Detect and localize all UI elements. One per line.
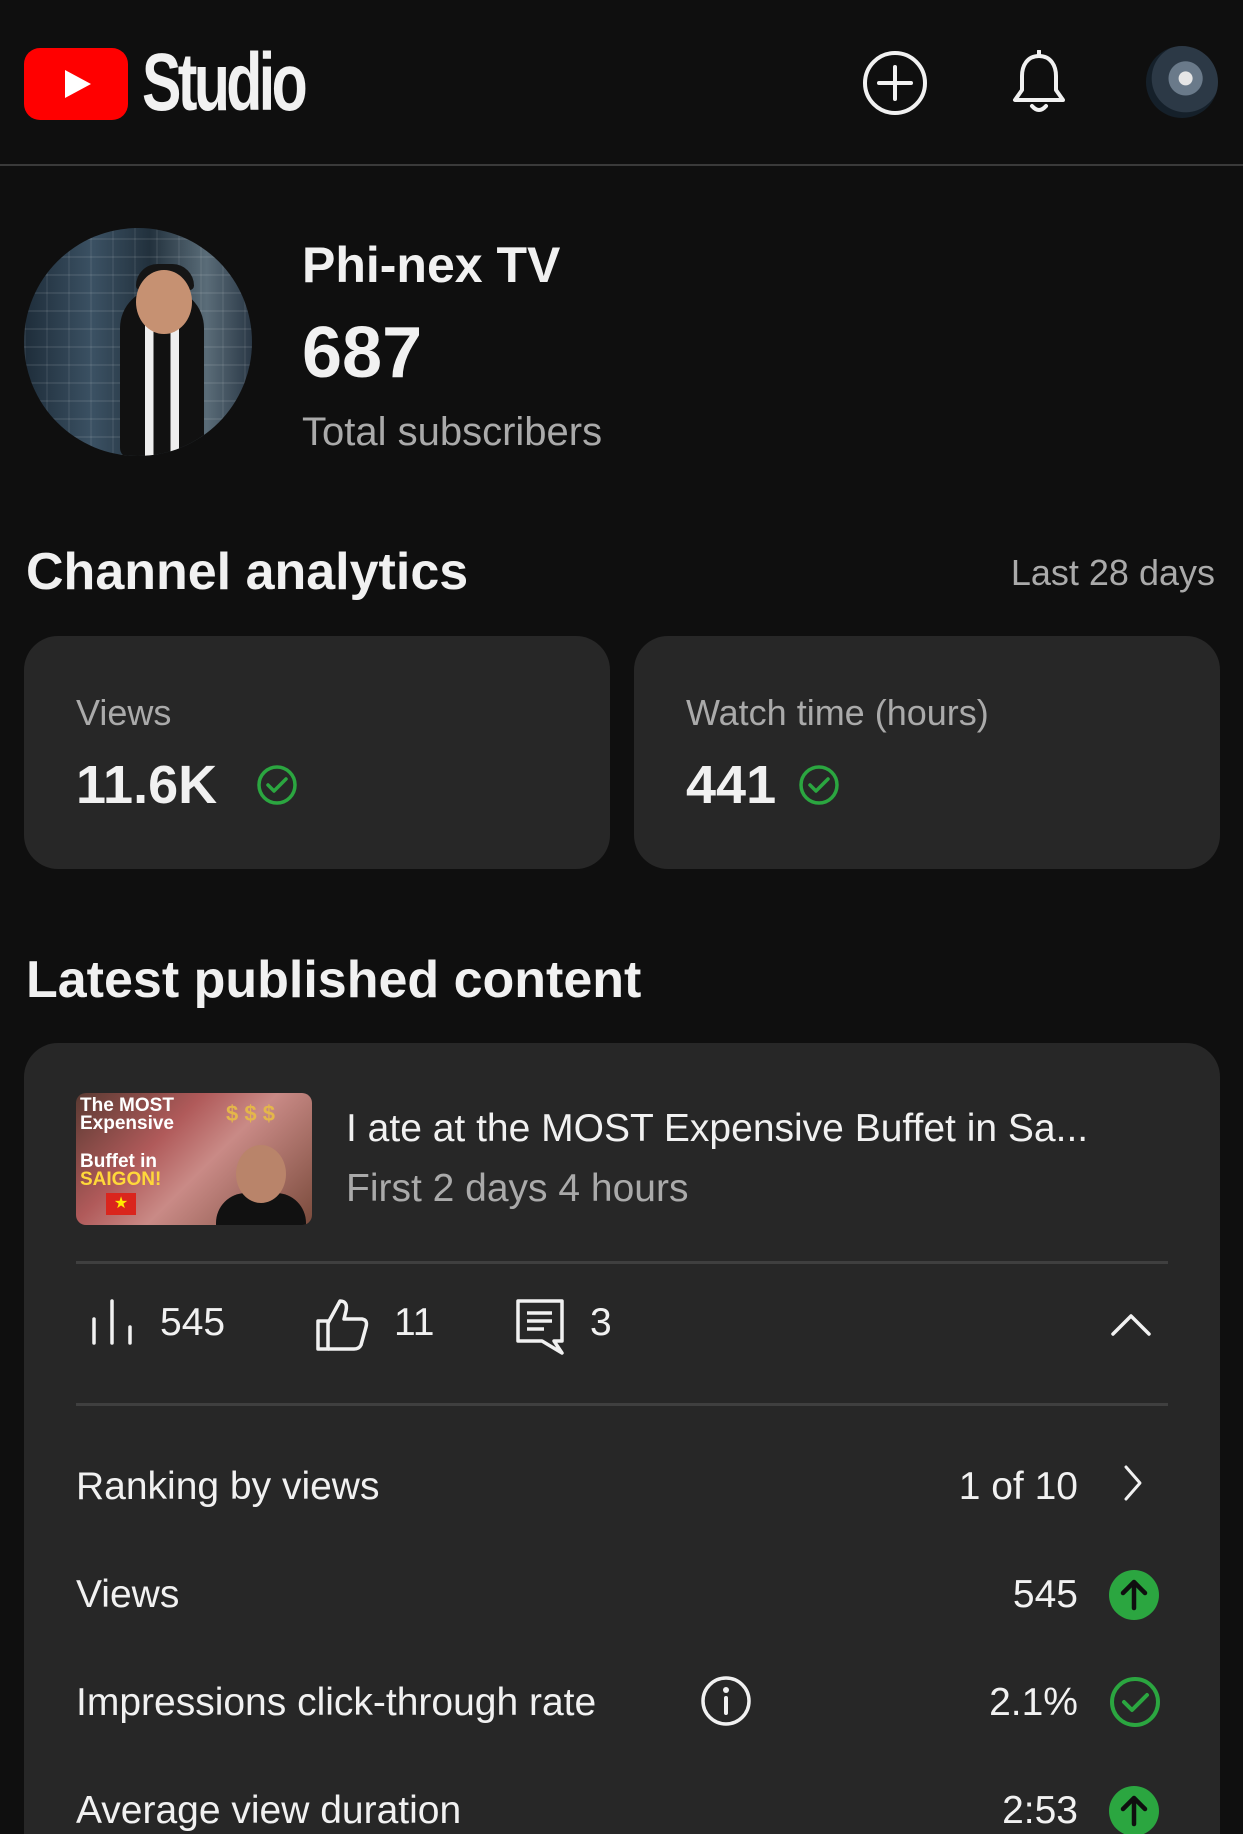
views-count: 545 [160,1301,226,1344]
latest-content-card: The MOST Expensive $ $ $ Buffet in SAIGON!… [24,1043,1220,1834]
latest-content-title: Latest published content [26,951,642,1009]
avd-label: Average view duration [76,1789,462,1832]
divider [76,1403,1168,1406]
views-row-value: 545 [1012,1573,1078,1616]
ranking-value: 1 of 10 [958,1465,1078,1508]
bell-icon[interactable] [1010,50,1068,116]
check-circle-icon [1110,1677,1160,1727]
avd-value: 2:53 [1002,1789,1078,1832]
top-app-bar: Studio [0,0,1243,166]
analytics-title: Channel analytics [26,543,469,601]
comment-icon [516,1299,564,1355]
views-value: 11.6K [76,755,218,815]
watch-time-value: 441 [686,755,777,815]
subscriber-label: Total subscribers [302,410,603,454]
comments-count: 3 [590,1301,612,1344]
chevron-right-icon[interactable] [1122,1463,1144,1503]
ranking-label[interactable]: Ranking by views [76,1465,379,1509]
thumbs-up-icon [316,1299,369,1351]
youtube-logo-icon[interactable] [24,48,128,120]
video-thumbnail[interactable]: The MOST Expensive $ $ $ Buffet in SAIGON!… [76,1093,312,1225]
watch-time-label: Watch time (hours) [686,692,989,733]
info-icon[interactable] [700,1675,752,1727]
video-title[interactable]: I ate at the MOST Expensive Buffet in Sa… [346,1107,1088,1151]
account-avatar[interactable] [1146,46,1218,118]
channel-name: Phi-nex TV [302,237,561,293]
divider [76,1261,1168,1264]
ctr-label: Impressions click-through rate [76,1681,597,1724]
app-title: Studio [142,37,308,128]
bar-chart-icon [92,1299,132,1345]
views-label: Views [76,692,172,733]
views-card[interactable]: Views 11.6K [24,636,610,869]
check-circle-icon [257,765,297,805]
create-plus-icon[interactable] [862,50,928,116]
watch-time-card[interactable]: Watch time (hours) 441 [634,636,1220,869]
ctr-value: 2.1% [989,1681,1078,1724]
channel-avatar [24,228,252,456]
arrow-up-circle-icon [1109,1786,1159,1834]
subscriber-count: 687 [302,313,423,393]
views-row-label: Views [76,1573,180,1616]
analytics-period: Last 28 days [1010,552,1215,593]
likes-count: 11 [394,1301,435,1344]
check-circle-icon [799,765,839,805]
video-period: First 2 days 4 hours [346,1167,689,1210]
chevron-up-icon[interactable] [1110,1311,1152,1337]
arrow-up-circle-icon [1109,1570,1159,1620]
